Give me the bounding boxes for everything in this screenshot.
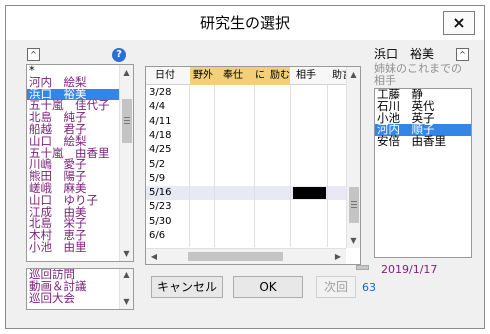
next-button[interactable]: 次回 [316, 276, 356, 298]
schedule-row[interactable]: 5/2 [146, 158, 346, 172]
title-bar: 研究生の選択 × [6, 6, 484, 40]
ok-button[interactable]: OK [233, 276, 303, 298]
scroll-up-arrow-icon[interactable]: ▲ [120, 65, 133, 80]
close-button[interactable]: × [443, 11, 475, 35]
current-date: 2019/1/17 [381, 263, 438, 276]
row-date: 4/4 [149, 101, 166, 113]
schedule-row[interactable]: 3/28 [146, 86, 346, 100]
student-list-items: * 河内 絵梨 浜口 裕美 五十嵐 佳代子 北島 純子 船越 君子 山口 絵梨 五十嵐 由香里… [27, 65, 133, 254]
schedule-vertical-scrollbar[interactable]: ▲ ▼ [346, 67, 360, 248]
schedule-row[interactable]: 4/25 [146, 143, 346, 157]
schedule-row[interactable]: 5/16 [146, 186, 346, 201]
schedule-row[interactable]: 5/23 [146, 200, 346, 214]
category-scroll-down-icon[interactable]: ▼ [120, 296, 133, 308]
schedule-row[interactable]: 5/30 [146, 215, 346, 229]
schedule-row[interactable]: 5/9 [146, 172, 346, 186]
row-date: 6/6 [149, 230, 166, 241]
schedule-scroll-thumb[interactable] [349, 187, 359, 223]
header-hagemu: 励む [268, 67, 290, 85]
partner-list-items: 工藤 静石川 英代 小池 英子 河内 順子 安倍 由香里 [375, 89, 471, 148]
category-list-scrollbar[interactable]: ▲ ▼ [119, 269, 133, 309]
scroll-right-arrow-icon[interactable]: ▶ [330, 249, 346, 264]
row-date: 4/18 [149, 129, 172, 141]
help-icon[interactable]: ? [112, 48, 126, 62]
row-date: 5/9 [149, 172, 166, 184]
category-list-items: 巡回訪問 動画＆討議 巡回大会 [27, 269, 133, 304]
scroll-thumb[interactable] [122, 99, 132, 143]
small-indicator-bar [356, 265, 369, 270]
collapse-up-icon[interactable]: ^ [27, 48, 40, 61]
row-date: 5/16 [149, 187, 172, 199]
header-ni: に [254, 67, 268, 85]
schedule-row[interactable]: 4/4 [146, 100, 346, 114]
schedule-row[interactable]: 4/18 [146, 129, 346, 143]
student-list-scrollbar[interactable]: ▲ ▼ [119, 65, 133, 261]
student-list-item[interactable]: 小池 由里 [27, 241, 119, 254]
header-date: 日付 [155, 70, 175, 81]
header-advice: 助言 [332, 70, 346, 81]
scroll-left-arrow-icon[interactable]: ◀ [146, 249, 162, 264]
schedule-header: 日付 野外 奉仕 に 励む 相手 助言 [146, 67, 360, 85]
category-listbox[interactable]: 巡回訪問 動画＆討議 巡回大会 ▲ ▼ [26, 268, 134, 310]
dialog-window: 研究生の選択 × ^ ? * 河内 絵梨 浜口 裕美 五十嵐 佳代子 北島 純子 船越 君… [5, 5, 485, 329]
schedule-grid[interactable]: 日付 野外 奉仕 に 励む 相手 助言 3/28 4/4 4/11 4/18 4/25 5… [145, 66, 361, 265]
schedule-scroll-up-icon[interactable]: ▲ [347, 67, 360, 82]
count-label: 63 [362, 281, 376, 294]
row-date: 5/2 [149, 158, 166, 170]
cancel-button[interactable]: キャンセル [151, 276, 223, 298]
partner-list-item[interactable]: 安倍 由香里 [375, 135, 471, 148]
row-date: 5/30 [149, 215, 172, 227]
student-listbox[interactable]: * 河内 絵梨 浜口 裕美 五十嵐 佳代子 北島 純子 船越 君子 山口 絵梨 五十嵐 由香里… [26, 64, 134, 262]
scroll-down-arrow-icon[interactable]: ▼ [120, 246, 133, 261]
category-list-item[interactable]: 巡回大会 [27, 292, 119, 305]
partner-cell-filled[interactable] [293, 187, 326, 200]
row-date: 3/28 [149, 87, 172, 98]
row-date: 4/11 [149, 115, 172, 127]
schedule-scroll-down-icon[interactable]: ▼ [347, 233, 360, 248]
header-partner: 相手 [296, 70, 316, 81]
header-service: 奉仕 [214, 67, 254, 85]
row-date: 4/25 [149, 144, 172, 156]
horizontal-scroll-thumb[interactable] [188, 252, 283, 261]
category-scroll-up-icon[interactable]: ▲ [120, 269, 133, 281]
partners-caption-line2: 相手 [374, 74, 396, 87]
row-date: 5/23 [149, 201, 172, 213]
schedule-row[interactable]: 6/6 [146, 229, 346, 243]
header-field: 野外 [190, 67, 214, 85]
schedule-horizontal-scrollbar[interactable]: ◀ ▶ [146, 248, 346, 264]
schedule-row[interactable]: 4/11 [146, 115, 346, 129]
window-title: 研究生の選択 [199, 14, 290, 32]
partners-listbox[interactable]: 工藤 静石川 英代 小池 英子 河内 順子 安倍 由香里 [374, 88, 472, 258]
